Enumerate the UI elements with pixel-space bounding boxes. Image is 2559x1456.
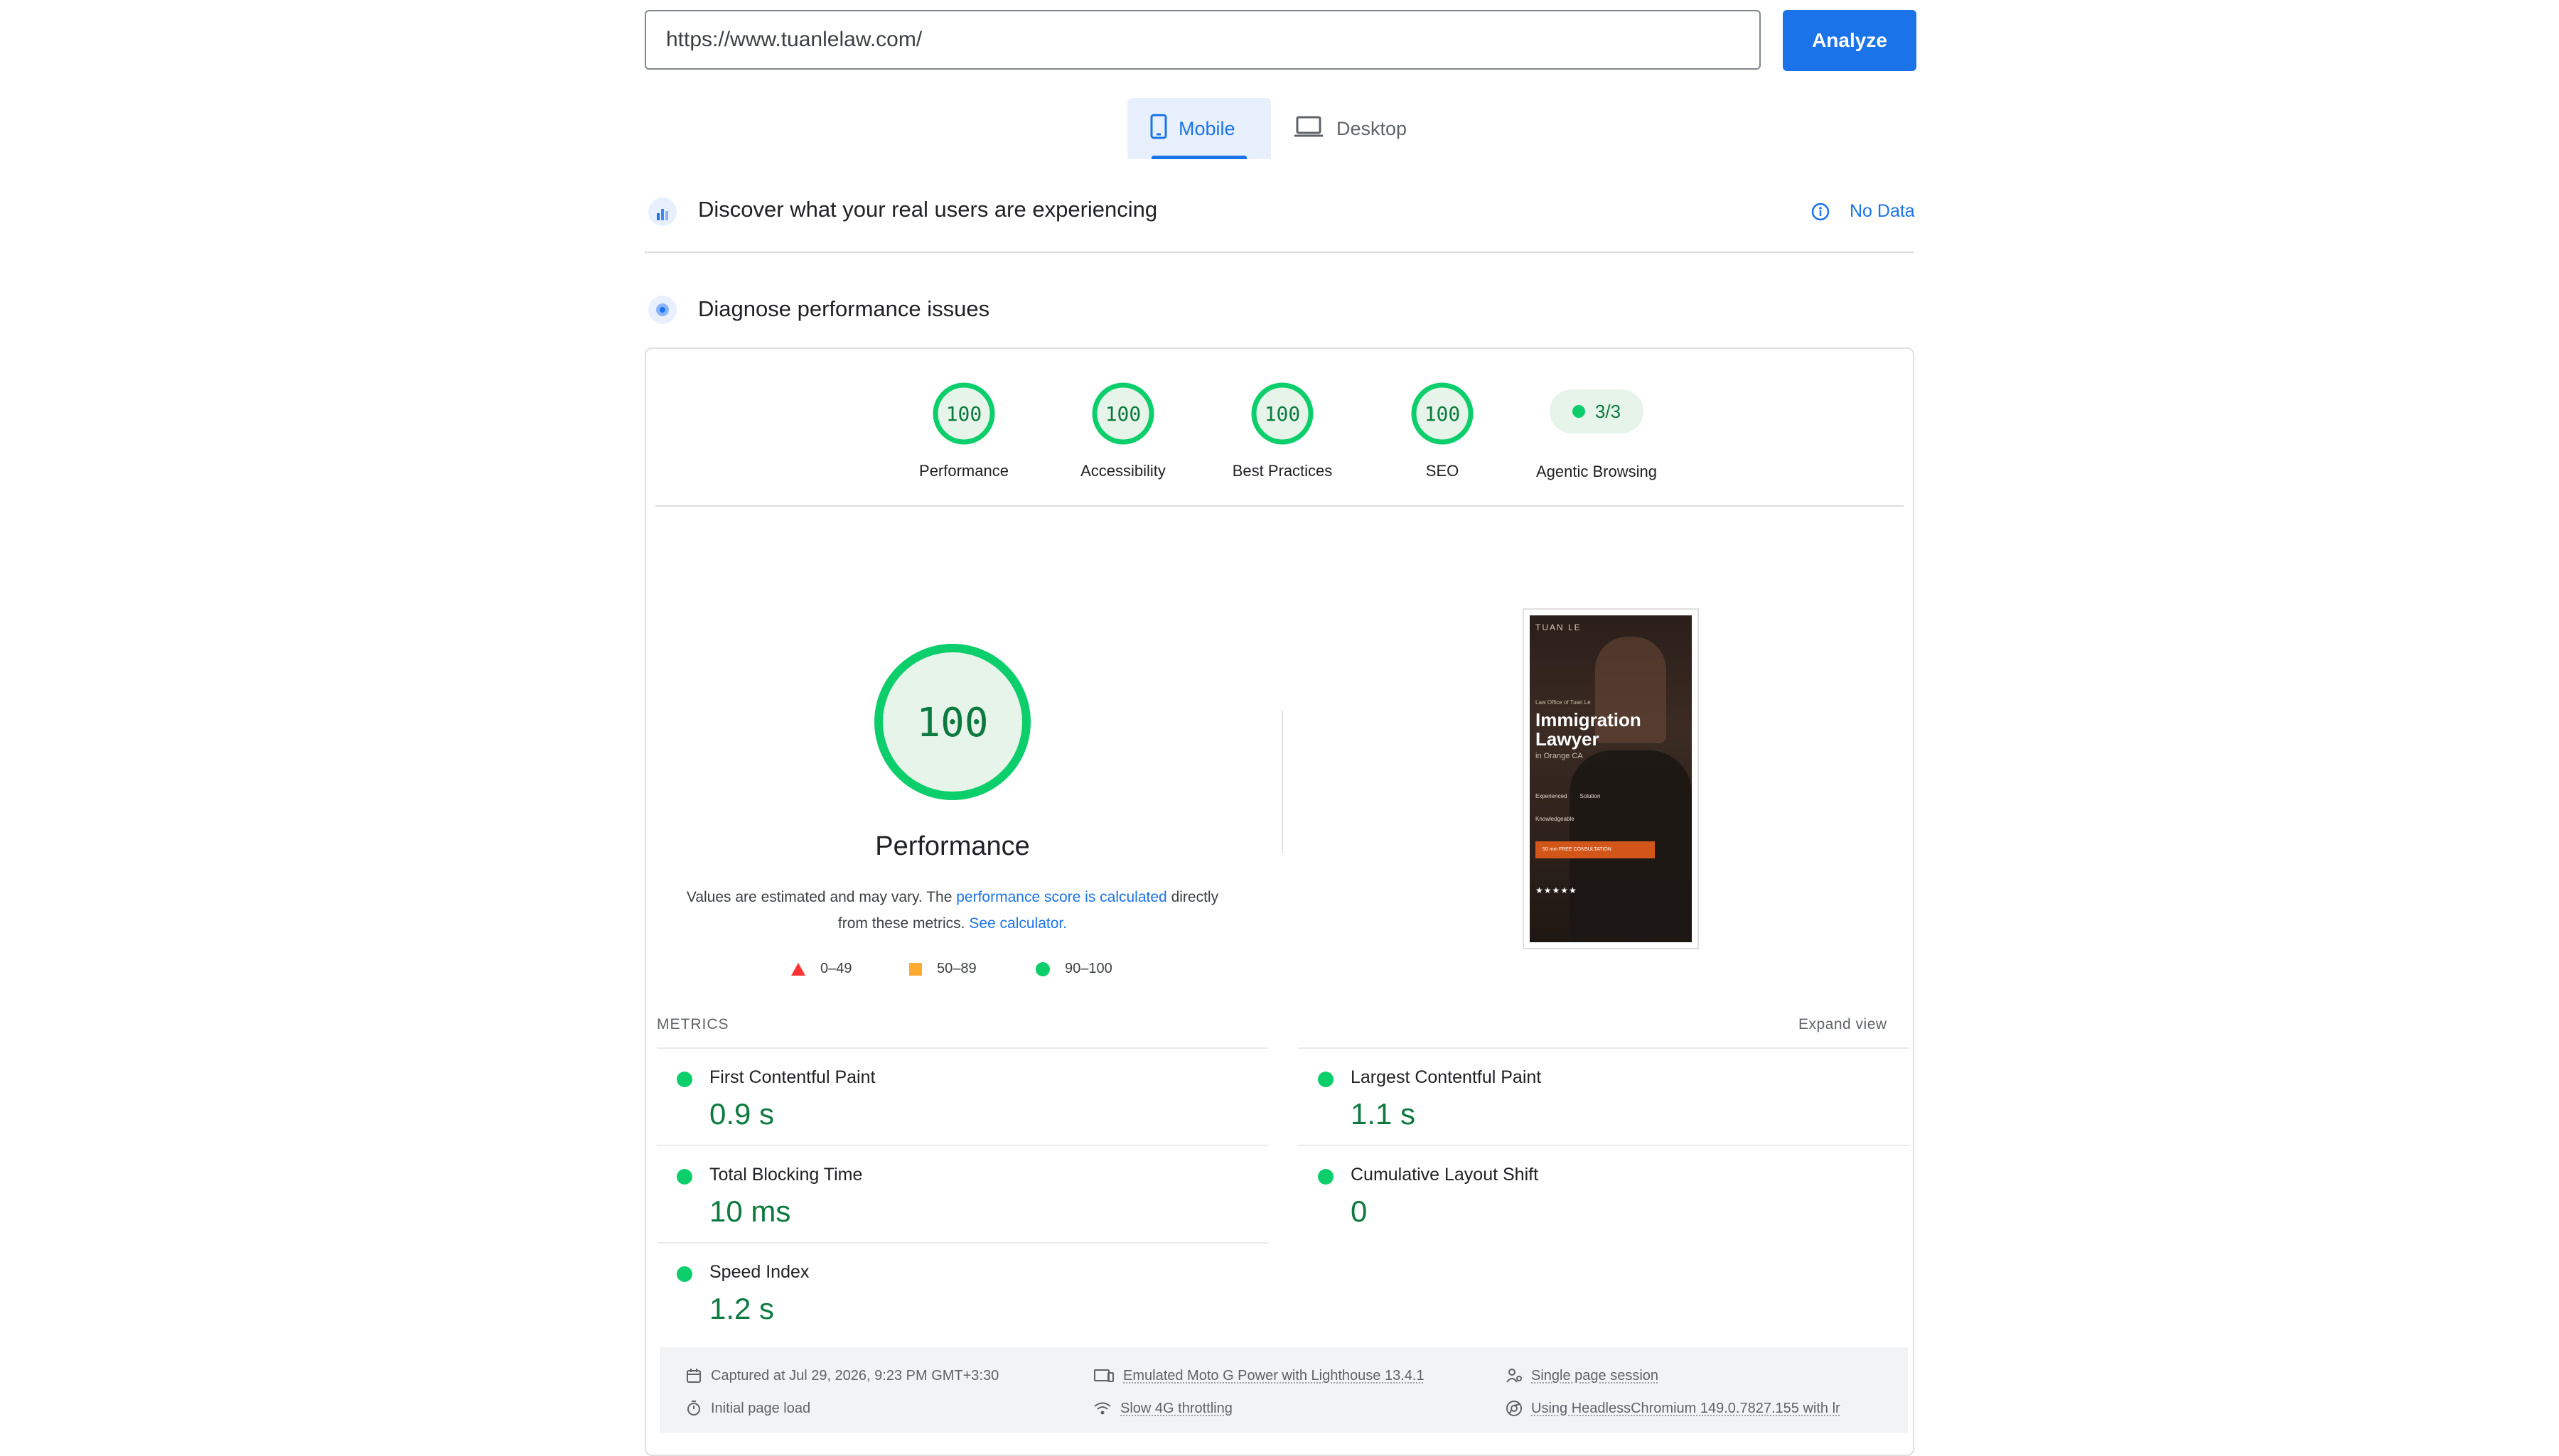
metric-label: Largest Contentful Paint xyxy=(1351,1067,1542,1087)
metric-value: 10 ms xyxy=(709,1195,791,1228)
desc-text: Values are estimated and may vary. The xyxy=(686,889,957,905)
category-label: SEO xyxy=(1425,462,1459,480)
pass-dot-icon xyxy=(1318,1169,1334,1185)
category-label: Accessibility xyxy=(1080,462,1166,480)
hero-tag: Knowledgeable xyxy=(1535,816,1574,822)
metric-value: 0 xyxy=(1351,1195,1368,1228)
tab-mobile[interactable]: Mobile xyxy=(1127,98,1271,159)
captured-time: Captured at Jul 29, 2026, 9:23 PM GMT+3:… xyxy=(685,1367,999,1384)
agentic-browsing-score: 3/3 xyxy=(1594,400,1621,422)
tab-desktop-label: Desktop xyxy=(1336,117,1407,139)
metric-label: Cumulative Layout Shift xyxy=(1351,1165,1539,1185)
expand-view-toggle[interactable]: Expand view xyxy=(1798,1016,1887,1033)
metric-value: 0.9 s xyxy=(709,1097,775,1131)
wifi-icon xyxy=(1094,1402,1111,1415)
laptop-icon xyxy=(1294,115,1324,143)
metric-value: 1.1 s xyxy=(1351,1097,1416,1131)
field-data-status: No Data xyxy=(1850,201,1915,221)
hero-tags: Experienced Solution xyxy=(1535,793,1601,799)
final-screenshot[interactable]: TUAN LE Law Office of Tuan Le Immigratio… xyxy=(1523,608,1699,949)
analyze-button[interactable]: Analyze xyxy=(1783,10,1916,71)
performance-score: 100 xyxy=(946,402,982,426)
url-input[interactable] xyxy=(645,10,1761,70)
rating-stars: ★★★★★ xyxy=(1535,885,1577,895)
pass-dot-icon xyxy=(677,1169,692,1185)
performance-description: Values are estimated and may vary. The p… xyxy=(682,884,1223,937)
gauges-divider xyxy=(655,505,1904,507)
session-type[interactable]: Single page session xyxy=(1506,1367,1658,1384)
tab-selected-indicator xyxy=(1152,156,1247,159)
cta-button: 50 min FREE CONSULTATION xyxy=(1535,841,1655,858)
metric-speed-index[interactable]: Speed Index 1.2 s xyxy=(657,1242,1268,1340)
category-accessibility[interactable]: 100 Accessibility xyxy=(1059,381,1187,480)
square-icon xyxy=(909,962,922,976)
pass-dot-icon xyxy=(677,1072,692,1087)
circle-icon xyxy=(1036,961,1050,976)
info-icon[interactable] xyxy=(1811,203,1830,225)
pass-dot-icon xyxy=(1318,1072,1334,1087)
best-practices-score: 100 xyxy=(1265,402,1301,426)
category-best-practices[interactable]: 100 Best Practices xyxy=(1218,381,1346,480)
network-throttling[interactable]: Slow 4G throttling xyxy=(1093,1400,1233,1417)
metric-value: 1.2 s xyxy=(709,1292,775,1325)
legend-range: 0–49 xyxy=(820,961,852,976)
category-performance[interactable]: 100 Performance xyxy=(900,381,1028,480)
metric-label: First Contentful Paint xyxy=(709,1067,876,1087)
section-divider xyxy=(645,252,1914,253)
hero-headline: Immigration Lawyer xyxy=(1535,709,1641,750)
tab-desktop[interactable]: Desktop xyxy=(1288,98,1430,159)
triangle-icon xyxy=(791,962,805,976)
performance-main-gauge: 100 xyxy=(874,644,1031,800)
category-label: Performance xyxy=(919,462,1009,480)
crux-icon xyxy=(647,196,678,231)
chrome-icon xyxy=(1506,1401,1522,1416)
tab-mobile-label: Mobile xyxy=(1179,117,1235,139)
seo-score: 100 xyxy=(1425,402,1461,426)
legend-range: 90–100 xyxy=(1065,961,1112,976)
pass-dot-icon xyxy=(677,1266,692,1282)
best-practices-gauge: 100 xyxy=(1251,382,1314,445)
initial-page-load: Initial page load xyxy=(685,1400,810,1417)
metric-lcp[interactable]: Largest Contentful Paint 1.1 s xyxy=(1298,1047,1909,1145)
person-icon xyxy=(1506,1369,1522,1383)
timer-icon xyxy=(687,1401,700,1415)
accessibility-gauge: 100 xyxy=(1092,382,1154,445)
pass-dot-icon xyxy=(1572,405,1585,418)
smartphone-icon xyxy=(1150,114,1167,144)
emulated-device[interactable]: Emulated Moto G Power with Lighthouse 13… xyxy=(1093,1367,1425,1384)
brand-logo: TUAN LE xyxy=(1535,622,1582,632)
metric-label: Speed Index xyxy=(709,1262,810,1282)
legend-pass: 90–100 xyxy=(1035,961,1112,977)
accessibility-score: 100 xyxy=(1105,402,1142,426)
metric-tbt[interactable]: Total Blocking Time 10 ms xyxy=(657,1145,1268,1243)
metrics-header: METRICS xyxy=(657,1016,729,1032)
screenshot-image: TUAN LE Law Office of Tuan Le Immigratio… xyxy=(1530,615,1692,942)
devices-icon xyxy=(1094,1369,1114,1382)
lighthouse-icon xyxy=(647,294,678,329)
runtime-settings xyxy=(660,1347,1908,1433)
browser-version[interactable]: Using HeadlessChromium 149.0.7827.155 wi… xyxy=(1506,1400,1840,1417)
performance-gauge: 100 xyxy=(933,382,995,445)
metric-fcp[interactable]: First Contentful Paint 0.9 s xyxy=(657,1047,1268,1145)
score-calculated-link[interactable]: performance score is calculated xyxy=(956,889,1166,905)
legend-range: 50–89 xyxy=(937,961,977,976)
category-label: Best Practices xyxy=(1232,462,1333,480)
lab-data-title: Diagnose performance issues xyxy=(698,296,990,321)
hero-kicker: Law Office of Tuan Le xyxy=(1535,699,1591,706)
seo-gauge: 100 xyxy=(1411,382,1474,445)
hero-subline: in Orange CA xyxy=(1535,752,1583,760)
vertical-divider xyxy=(1282,711,1283,853)
legend-fail: 0–49 xyxy=(790,961,852,977)
performance-title: Performance xyxy=(875,831,1030,861)
field-data-title: Discover what your real users are experi… xyxy=(698,197,1158,222)
calendar-icon xyxy=(687,1369,701,1383)
category-seo[interactable]: 100 SEO xyxy=(1378,381,1506,480)
performance-main-score: 100 xyxy=(916,700,988,746)
category-label: Agentic Browsing xyxy=(1536,463,1657,480)
agentic-browsing-badge[interactable]: 3/3 xyxy=(1550,389,1643,433)
see-calculator-link[interactable]: See calculator. xyxy=(969,915,1067,932)
metric-cls[interactable]: Cumulative Layout Shift 0 xyxy=(1298,1145,1909,1243)
metric-label: Total Blocking Time xyxy=(709,1165,863,1185)
legend-average: 50–89 xyxy=(908,961,977,977)
